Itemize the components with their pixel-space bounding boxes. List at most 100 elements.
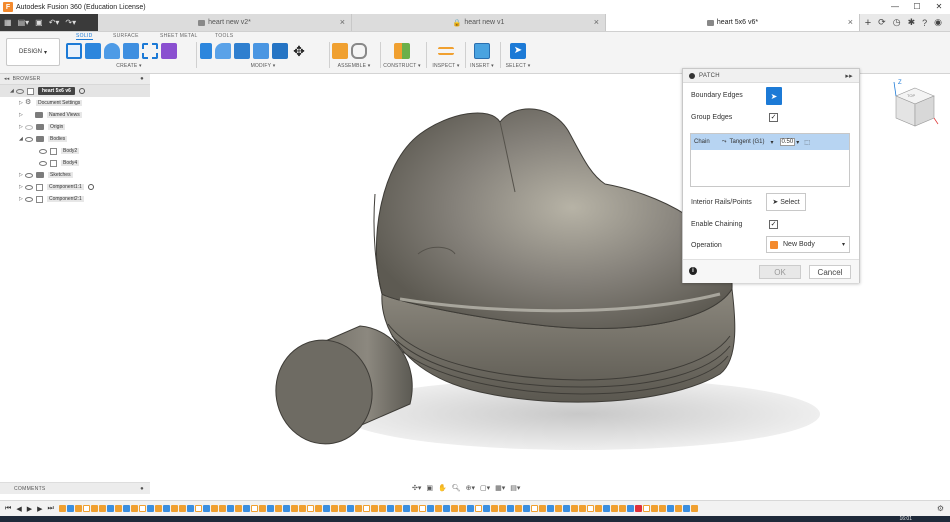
timeline-feature-icon[interactable] xyxy=(162,505,170,512)
tree-root[interactable]: ◢ heart 5x6 v6 xyxy=(0,85,150,97)
tree-item-component2[interactable]: ▷ Component2:1 xyxy=(0,193,150,205)
tree-item-sketches[interactable]: ▷ Sketches xyxy=(0,169,150,181)
patch-dialog-header[interactable]: PATCH ▸▸ xyxy=(683,69,859,83)
visibility-eye-icon[interactable] xyxy=(16,88,24,94)
close-tab-icon[interactable]: × xyxy=(594,17,599,27)
timeline-feature-icon[interactable] xyxy=(346,505,354,512)
maximize-button[interactable]: ☐ xyxy=(906,0,928,14)
timeline-feature-icon[interactable] xyxy=(362,505,370,512)
timeline-feature-icon[interactable] xyxy=(578,505,586,512)
timeline-feature-icon[interactable] xyxy=(114,505,122,512)
interior-rails-select-button[interactable]: ➤ Select xyxy=(766,193,806,211)
step-forward-icon[interactable]: ▶ xyxy=(37,505,42,513)
fillet-icon[interactable] xyxy=(215,43,231,59)
timeline-feature-icon[interactable] xyxy=(138,505,146,512)
timeline-feature-icon[interactable] xyxy=(290,505,298,512)
timeline-feature-icon[interactable] xyxy=(426,505,434,512)
visibility-eye-icon[interactable] xyxy=(25,172,33,178)
timeline-feature-icon[interactable] xyxy=(338,505,346,512)
expand-dialog-icon[interactable]: ▸▸ xyxy=(845,72,853,80)
timeline-feature-icon[interactable] xyxy=(658,505,666,512)
activate-radio-icon[interactable] xyxy=(87,184,94,190)
offset-plane-icon[interactable] xyxy=(394,43,410,59)
timeline-feature-icon[interactable] xyxy=(394,505,402,512)
comments-panel[interactable]: COMMENTS ● xyxy=(0,482,150,494)
timeline-settings-icon[interactable]: ⚙ xyxy=(937,504,944,513)
timeline-feature-icon[interactable] xyxy=(650,505,658,512)
select-menu[interactable]: SELECT ▾ xyxy=(503,63,533,69)
profile-icon[interactable]: ◉ xyxy=(934,17,942,28)
form-icon[interactable] xyxy=(161,43,177,59)
tab-heart-new-v1[interactable]: 🔒 heart new v1 × xyxy=(352,14,606,31)
tab-heart-new-v2[interactable]: heart new v2* × xyxy=(98,14,352,31)
timeline-feature-icon[interactable] xyxy=(642,505,650,512)
timeline-feature-icon[interactable] xyxy=(258,505,266,512)
timeline-feature-icon[interactable] xyxy=(626,505,634,512)
timeline-feature-icon[interactable] xyxy=(602,505,610,512)
insert-image-icon[interactable] xyxy=(474,43,490,59)
timeline-feature-icon[interactable] xyxy=(122,505,130,512)
timeline-feature-icon[interactable] xyxy=(298,505,306,512)
timeline-feature-icon[interactable] xyxy=(66,505,74,512)
group-edges-checkbox[interactable]: ✓ xyxy=(769,113,778,122)
new-tab-icon[interactable]: + xyxy=(865,17,871,29)
tree-item-document-settings[interactable]: ▷ ⚙ Document Settings xyxy=(0,97,150,109)
boundary-edges-select-button[interactable]: ➤ xyxy=(766,87,782,105)
pin-icon[interactable]: ● xyxy=(140,76,144,82)
timeline-feature-icon[interactable] xyxy=(690,505,698,512)
create-menu[interactable]: CREATE ▾ xyxy=(66,63,192,69)
timeline-feature-icon[interactable] xyxy=(434,505,442,512)
grid-menu-icon[interactable]: ▦ xyxy=(4,18,12,27)
timeline-features[interactable] xyxy=(58,505,698,512)
combine-icon[interactable] xyxy=(272,43,288,59)
view-cube-shape[interactable] xyxy=(890,80,940,132)
tree-item-origin[interactable]: ▷ Origin xyxy=(0,121,150,133)
undo-icon[interactable]: ↶▾ xyxy=(49,18,60,27)
tree-item-bodies[interactable]: ◢ Bodies xyxy=(0,133,150,145)
timeline-feature-icon[interactable] xyxy=(354,505,362,512)
sweep-icon[interactable] xyxy=(123,43,139,59)
timeline-feature-icon[interactable] xyxy=(674,505,682,512)
timeline-feature-icon[interactable] xyxy=(682,505,690,512)
timeline-feature-icon[interactable] xyxy=(154,505,162,512)
close-window-button[interactable]: ✕ xyxy=(928,0,950,14)
timeline-feature-icon[interactable] xyxy=(178,505,186,512)
go-to-end-icon[interactable]: ⏭ xyxy=(47,505,53,513)
tab-solid[interactable]: SOLID xyxy=(76,33,93,40)
tab-surface[interactable]: SURFACE xyxy=(113,33,139,39)
zoom-icon[interactable]: 🔍︎ xyxy=(452,484,461,492)
heart-body-top[interactable] xyxy=(375,108,733,329)
visibility-eye-icon[interactable] xyxy=(25,124,33,130)
timeline-feature-icon[interactable] xyxy=(482,505,490,512)
insert-menu[interactable]: INSERT ▾ xyxy=(468,63,496,69)
orbit-icon[interactable]: ✣▾ xyxy=(412,484,421,492)
shell-icon[interactable] xyxy=(253,43,269,59)
timeline-feature-icon[interactable] xyxy=(330,505,338,512)
construct-menu[interactable]: CONSTRUCT ▾ xyxy=(382,63,422,69)
timeline-feature-icon[interactable] xyxy=(146,505,154,512)
minimize-button[interactable]: — xyxy=(884,0,906,14)
timeline-feature-icon[interactable] xyxy=(266,505,274,512)
viewports-icon[interactable]: ▤▾ xyxy=(510,484,520,492)
timeline-feature-icon[interactable] xyxy=(610,505,618,512)
redo-icon[interactable]: ↷▾ xyxy=(65,18,76,27)
new-component-icon[interactable] xyxy=(332,43,348,59)
help-icon[interactable]: ? xyxy=(922,18,927,28)
display-settings-icon[interactable]: ▢▾ xyxy=(480,484,490,492)
enable-chaining-checkbox[interactable]: ✓ xyxy=(769,220,778,229)
tab-heart-5x6-v6[interactable]: heart 5x6 v6* × xyxy=(606,14,860,31)
timeline-feature-icon[interactable] xyxy=(618,505,626,512)
add-comment-icon[interactable]: ● xyxy=(140,486,144,492)
chamfer-icon[interactable] xyxy=(234,43,250,59)
assemble-menu[interactable]: ASSEMBLE ▾ xyxy=(332,63,376,69)
close-tab-icon[interactable]: × xyxy=(340,17,345,27)
select-cursor-icon[interactable]: ➤ xyxy=(510,43,526,59)
file-menu-icon[interactable]: ▤▾ xyxy=(18,18,30,27)
pan-icon[interactable]: ✋ xyxy=(438,484,447,492)
visibility-eye-icon[interactable] xyxy=(39,160,47,166)
workspace-switcher-button[interactable]: DESIGN ▾ xyxy=(6,38,60,66)
timeline-feature-icon[interactable] xyxy=(210,505,218,512)
timeline-feature-icon[interactable] xyxy=(82,505,90,512)
timeline-feature-icon[interactable] xyxy=(594,505,602,512)
timeline-feature-icon[interactable] xyxy=(314,505,322,512)
